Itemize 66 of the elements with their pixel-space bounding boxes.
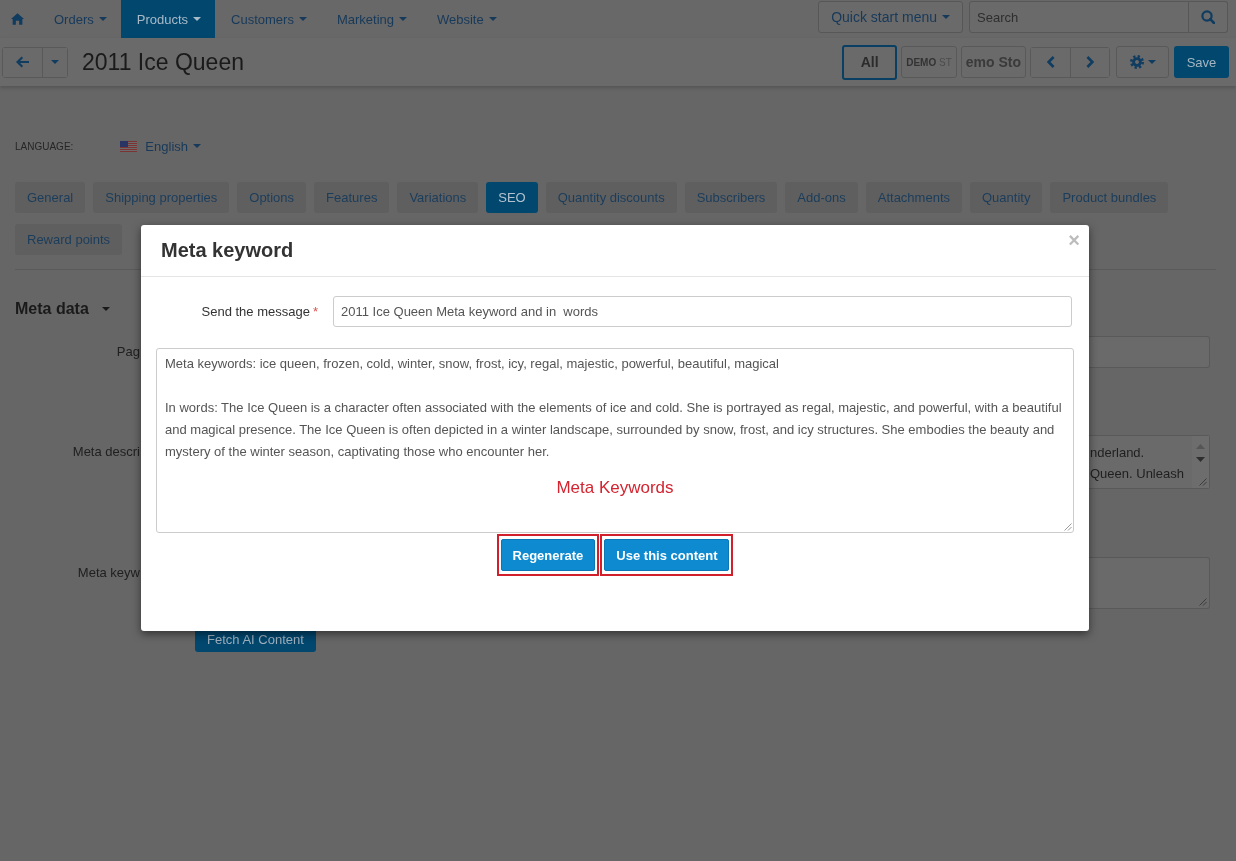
caret-icon [1147, 60, 1156, 64]
close-button[interactable]: × [1068, 229, 1080, 251]
nav-menu-item[interactable]: Orders [38, 0, 121, 38]
tab[interactable]: Subscribers [684, 182, 778, 213]
home-icon[interactable] [11, 13, 24, 25]
save-button[interactable]: Save [1174, 46, 1229, 78]
tab[interactable]: Add-ons [785, 182, 858, 213]
textarea-field[interactable] [1089, 557, 1210, 609]
page-title: 2011 Ice Queen [82, 48, 244, 76]
gear-icon [1129, 55, 1144, 69]
tab[interactable]: Features [314, 182, 390, 213]
search-icon [1201, 10, 1215, 24]
resize-grip-icon[interactable] [1199, 598, 1207, 606]
store-button[interactable]: All [842, 44, 898, 80]
tab[interactable]: General [15, 182, 86, 213]
resize-grip-icon[interactable] [1064, 523, 1072, 531]
arrow-left-icon [16, 56, 29, 68]
textarea-field[interactable]: nderland. Queen. Unleash [1089, 435, 1210, 489]
caret-icon [51, 60, 59, 64]
input-field[interactable] [1089, 336, 1210, 368]
caret-icon [193, 17, 202, 21]
tab[interactable]: Quantity discounts [545, 182, 677, 213]
settings-dropdown-button[interactable] [1116, 46, 1169, 78]
tab[interactable]: Options [237, 182, 307, 213]
required-mark: * [312, 304, 318, 319]
modal-title: Meta keyword [161, 239, 294, 262]
action-button[interactable]: Regenerate [500, 539, 596, 571]
caret-icon [193, 144, 201, 148]
message-input[interactable]: 2011 Ice Queen Meta keyword and in words [333, 296, 1072, 327]
section-toggle[interactable]: Meta data [15, 299, 110, 319]
resize-grip-icon[interactable] [1199, 478, 1207, 486]
language-dropdown[interactable]: English [145, 138, 201, 154]
nav-menu-item[interactable]: Website [421, 0, 511, 38]
caret-icon [488, 17, 497, 21]
caret-icon [942, 15, 950, 19]
field-label: Meta keyw [76, 564, 140, 582]
scroll-down-icon[interactable] [1196, 457, 1205, 462]
tab[interactable]: Shipping properties [93, 182, 230, 213]
dropdown-button[interactable] [42, 47, 67, 77]
tab[interactable]: Reward points [15, 224, 123, 255]
search-button[interactable] [1189, 1, 1228, 33]
nav-menu-item[interactable]: Customers [215, 0, 321, 38]
nav-menu-item[interactable]: Marketing [320, 0, 421, 38]
tab[interactable]: Product bundles [1050, 182, 1169, 213]
next-button[interactable] [1070, 47, 1109, 77]
nav-menu-item[interactable]: Products [120, 0, 216, 38]
tab[interactable]: Quantity [970, 182, 1043, 213]
action-button[interactable]: Use this content [604, 539, 730, 571]
chevron-right-icon [1086, 56, 1094, 68]
annotation-label: Meta Keywords [556, 477, 674, 499]
caret-icon [101, 307, 110, 311]
field-label: Meta descri [71, 443, 140, 461]
scroll-up-icon[interactable] [1196, 444, 1205, 449]
field-label: Pag [115, 343, 140, 361]
language-label: LANGUAGE: [15, 140, 74, 152]
tab[interactable]: Attachments [865, 182, 962, 213]
flag-icon [120, 140, 138, 152]
tab[interactable]: Variations [397, 182, 479, 213]
field-label: Send the message [201, 304, 310, 319]
quick-start-menu-button[interactable]: Quick start menu [818, 1, 963, 33]
caret-icon [399, 17, 407, 21]
caret-icon [98, 17, 107, 21]
search-field[interactable]: Search [969, 1, 1189, 33]
caret-icon [298, 17, 307, 21]
chevron-left-icon [1046, 56, 1055, 68]
tab[interactable]: SEO [486, 182, 538, 213]
